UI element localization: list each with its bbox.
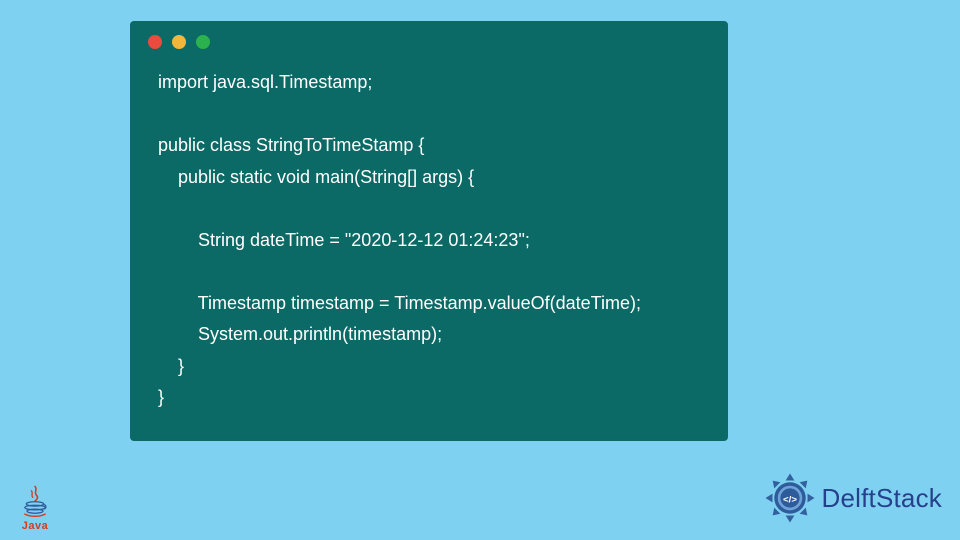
window-dot-red: [148, 35, 162, 49]
java-logo: Java: [14, 485, 56, 532]
code-block: import java.sql.Timestamp; public class …: [130, 57, 728, 414]
window-titlebar: [130, 21, 728, 57]
delftstack-label: DelftStack: [822, 483, 943, 514]
java-cup-icon: [19, 485, 51, 517]
delftstack-gear-icon: </>: [762, 470, 818, 526]
svg-text:</>: </>: [783, 494, 797, 505]
window-dot-yellow: [172, 35, 186, 49]
java-logo-label: Java: [14, 520, 56, 532]
delftstack-logo: </> DelftStack: [762, 470, 943, 526]
window-dot-green: [196, 35, 210, 49]
code-window: import java.sql.Timestamp; public class …: [130, 21, 728, 441]
